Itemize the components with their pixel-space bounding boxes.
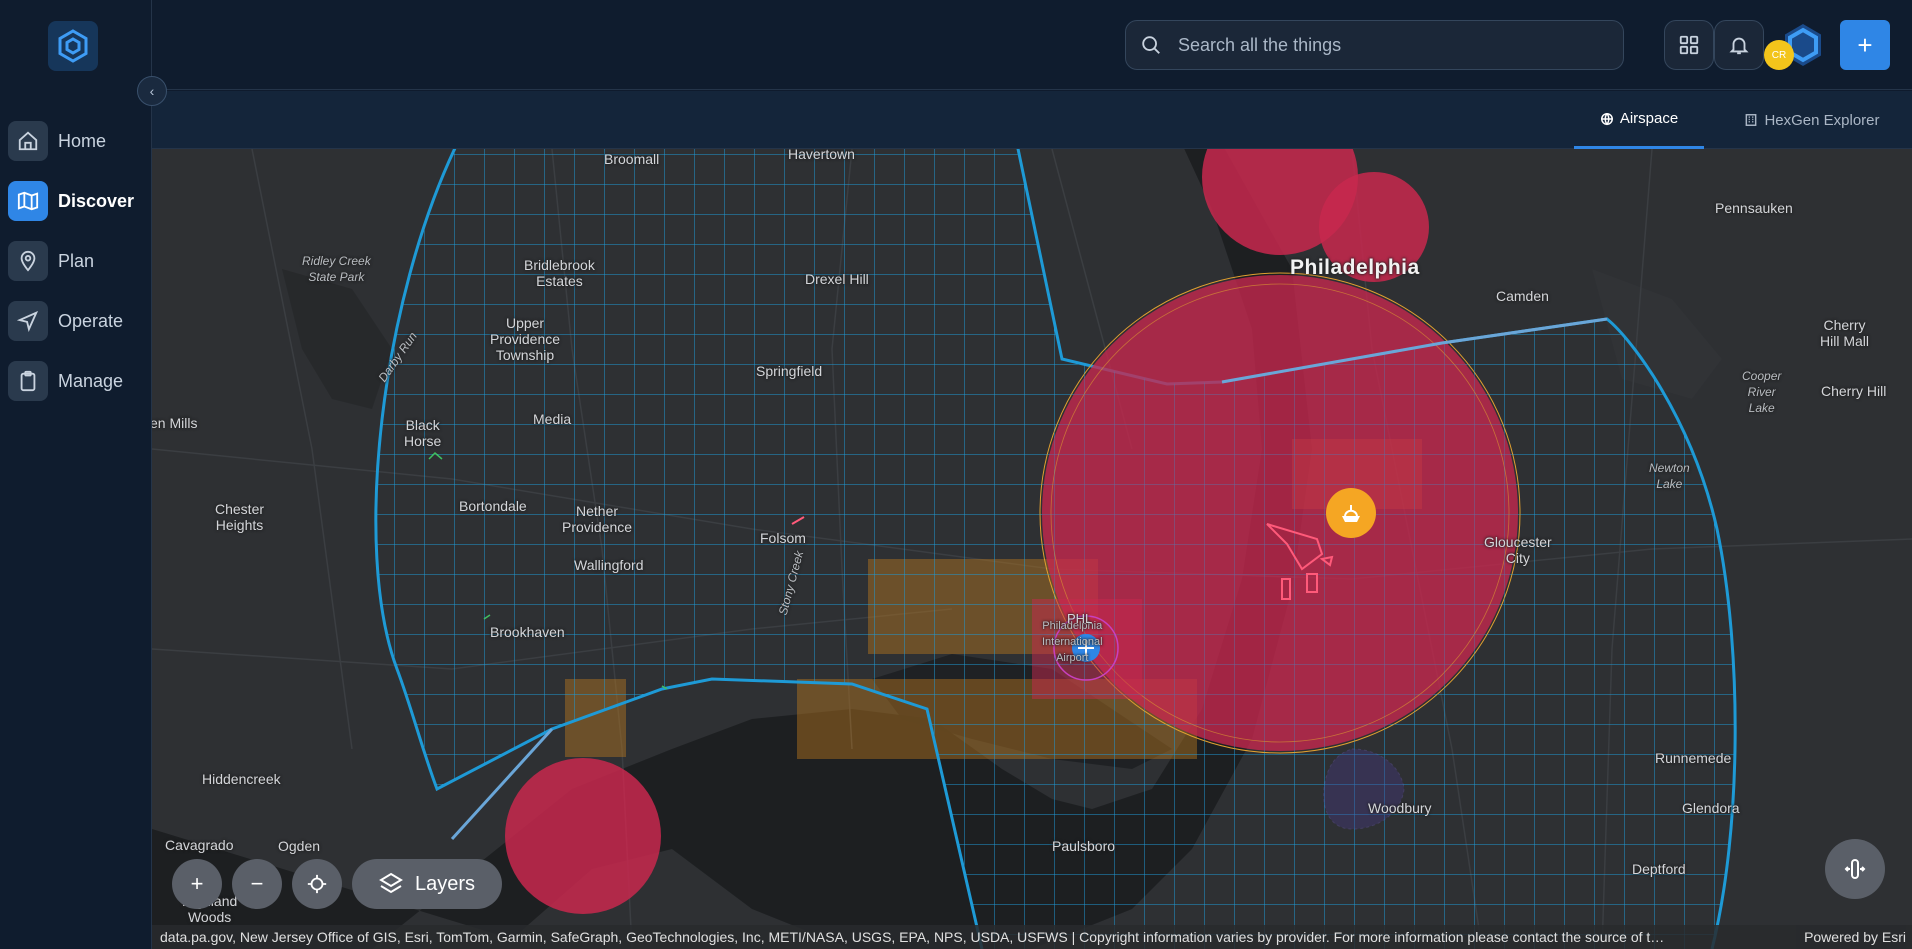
place-label: Ogden: [278, 838, 321, 854]
zoom-in-button[interactable]: +: [172, 859, 222, 909]
place-label-city: Philadelphia: [1290, 256, 1420, 279]
place-label: Newton Lake: [1649, 461, 1690, 491]
place-label: Brookhaven: [490, 624, 565, 640]
plus-icon: +: [190, 871, 204, 896]
place-label: Runnemede: [1655, 750, 1732, 766]
building-icon: [1746, 114, 1757, 126]
attribution-text: data.pa.gov, New Jersey Office of GIS, E…: [160, 929, 1665, 945]
place-label: Bridlebrook Estates: [524, 257, 595, 289]
place-label: Ridley Creek State Park: [302, 254, 371, 284]
place-label: Cooper River Lake: [1742, 369, 1782, 415]
globe-icon: [1600, 112, 1613, 125]
sidebar-nav: Home Discover Plan Operate Manage: [0, 111, 152, 411]
place-label: Nether Providence: [562, 503, 633, 535]
sidebar: Home Discover Plan Operate Manage: [0, 0, 152, 949]
plus-icon: +: [1857, 29, 1873, 60]
place-label: Deptford: [1632, 861, 1686, 877]
place-label: Hiddencreek: [202, 771, 281, 787]
place-label: Cavagrado: [165, 837, 234, 853]
tab-label: Airspace: [1619, 110, 1679, 127]
place-label: en Mills: [152, 415, 198, 431]
place-label: Glendora: [1682, 800, 1740, 816]
send-icon: [8, 301, 48, 341]
top-bar: Search all the things CR +: [152, 0, 1912, 90]
tab-label: HexGen Explorer: [1764, 111, 1880, 129]
clipboard-icon: [8, 361, 48, 401]
layers-button[interactable]: Layers: [352, 859, 502, 909]
sidebar-collapse-button[interactable]: ‹: [137, 76, 167, 106]
search-placeholder: Search all the things: [1178, 34, 1342, 55]
place-label: Pennsauken: [1715, 200, 1793, 216]
place-label: Upper Providence Township: [490, 315, 561, 363]
place-label: Black Horse: [404, 417, 442, 449]
compass-button[interactable]: [1825, 839, 1885, 899]
apps-grid-button[interactable]: [1664, 20, 1714, 70]
home-icon: [8, 121, 48, 161]
place-label: Drexel Hill: [805, 271, 869, 287]
place-label: Havertown: [788, 149, 855, 162]
crosshair-icon: [307, 874, 327, 894]
sidebar-item-label: Manage: [58, 370, 124, 391]
stadium-marker[interactable]: [1326, 488, 1376, 538]
place-label: Broomall: [604, 151, 660, 167]
map-pin-icon: [8, 241, 48, 281]
sidebar-item-label: Home: [58, 130, 107, 151]
map-canvas: [152, 149, 1912, 949]
tab-hexgen-explorer[interactable]: HexGen Explorer: [1722, 91, 1902, 149]
user-avatar[interactable]: CR: [1764, 20, 1824, 70]
sidebar-item-manage[interactable]: Manage: [0, 351, 152, 411]
place-label: Folsom: [760, 530, 806, 546]
locate-button[interactable]: [292, 859, 342, 909]
place-label: Springfield: [756, 363, 823, 379]
minus-icon: −: [250, 871, 264, 896]
tab-airspace[interactable]: Airspace: [1574, 91, 1704, 149]
sidebar-item-plan[interactable]: Plan: [0, 231, 152, 291]
sidebar-item-label: Plan: [58, 250, 95, 271]
sidebar-item-operate[interactable]: Operate: [0, 291, 152, 351]
powered-by-link[interactable]: Powered by Esri: [1796, 925, 1906, 949]
layers-label: Layers: [414, 872, 476, 895]
sidebar-item-label: Discover: [58, 190, 135, 211]
airspace-map[interactable]: Broomall Havertown Pennsauken Ridley Cre…: [152, 149, 1912, 949]
place-label: PHL: [1067, 611, 1093, 626]
grid-icon: [1679, 35, 1699, 55]
place-label: Media: [533, 411, 572, 427]
zoom-out-button[interactable]: −: [232, 859, 282, 909]
place-label: Camden: [1496, 288, 1549, 304]
place-label: Bortondale: [459, 498, 527, 514]
place-label: Cherry Hill Mall: [1820, 317, 1869, 349]
place-label: Cherry Hill: [1821, 383, 1887, 399]
map-attribution: data.pa.gov, New Jersey Office of GIS, E…: [152, 925, 1912, 949]
view-tabs: Airspace HexGen Explorer: [152, 91, 1912, 149]
sidebar-item-home[interactable]: Home: [0, 111, 152, 171]
chevron-left-icon: ‹: [149, 83, 155, 99]
app-root: Home Discover Plan Operate Manage ‹ Sear…: [0, 0, 1912, 949]
avatar-initials: CR: [1764, 40, 1794, 70]
hexagon-logo-icon[interactable]: [48, 21, 98, 71]
place-label: Chester Heights: [215, 501, 265, 533]
place-label: Paulsboro: [1052, 838, 1116, 854]
layers-icon: [379, 872, 403, 894]
sidebar-item-discover[interactable]: Discover: [0, 171, 152, 231]
bell-icon: [1729, 37, 1749, 55]
place-label: Woodbury: [1368, 800, 1432, 816]
search-icon: [1142, 36, 1160, 54]
sidebar-item-label: Operate: [58, 310, 124, 331]
create-button[interactable]: +: [1840, 20, 1890, 70]
notifications-button[interactable]: [1714, 20, 1764, 70]
search-input[interactable]: Search all the things: [1125, 20, 1624, 70]
map-icon: [8, 181, 48, 221]
place-label: Wallingford: [574, 557, 644, 573]
place-label: Gloucester City: [1484, 534, 1552, 566]
compass-icon: [1844, 859, 1866, 879]
